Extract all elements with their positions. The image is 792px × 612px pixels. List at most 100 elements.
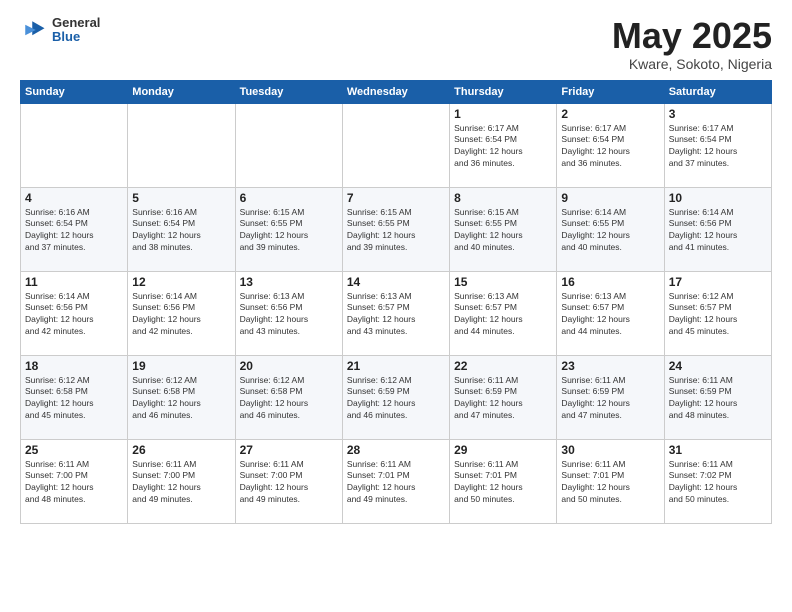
- day-info: Sunrise: 6:15 AM Sunset: 6:55 PM Dayligh…: [454, 207, 552, 255]
- day-cell-26: 26Sunrise: 6:11 AM Sunset: 7:00 PM Dayli…: [128, 439, 235, 523]
- day-number: 12: [132, 275, 230, 289]
- day-info: Sunrise: 6:11 AM Sunset: 7:00 PM Dayligh…: [132, 459, 230, 507]
- day-number: 11: [25, 275, 123, 289]
- calendar-title: May 2025: [612, 16, 772, 56]
- day-cell-23: 23 Sunrise: 6:11 AM Sunset: 6:59 PM Dayli…: [557, 355, 664, 439]
- day-info: Sunrise: 6:16 AM Sunset: 6:54 PM Dayligh…: [25, 207, 123, 255]
- day-cell-31: 31 Sunrise: 6:11 AM Sunset: 7:02 PM Dayli…: [664, 439, 771, 523]
- day-number: 21: [347, 359, 445, 373]
- weekday-header-friday: Friday: [557, 80, 664, 103]
- day-cell-9: 9 Sunrise: 6:14 AM Sunset: 6:55 PM Daylig…: [557, 187, 664, 271]
- day-cell-29: 29Sunrise: 6:11 AM Sunset: 7:01 PM Dayli…: [450, 439, 557, 523]
- day-number: 1: [454, 107, 552, 121]
- day-cell-24: 24 Sunrise: 6:11 AM Sunset: 6:59 PM Dayli…: [664, 355, 771, 439]
- day-number: 19: [132, 359, 230, 373]
- day-info: Sunrise: 6:11 AM Sunset: 7:01 PM Dayligh…: [347, 459, 445, 507]
- day-info: Sunrise: 6:17 AM Sunset: 6:54 PM Dayligh…: [561, 123, 659, 171]
- logo-text: General Blue: [52, 16, 100, 45]
- day-number: 5: [132, 191, 230, 205]
- header: General Blue May 2025 Kware, Sokoto, Nig…: [20, 16, 772, 72]
- logo-icon: [20, 16, 48, 44]
- day-cell-17: 17 Sunrise: 6:12 AM Sunset: 6:57 PM Dayli…: [664, 271, 771, 355]
- day-number: 17: [669, 275, 767, 289]
- day-number: 31: [669, 443, 767, 457]
- day-info: Sunrise: 6:11 AM Sunset: 7:02 PM Dayligh…: [669, 459, 767, 507]
- week-row-4: 18 Sunrise: 6:12 AM Sunset: 6:58 PM Dayli…: [21, 355, 772, 439]
- day-info: Sunrise: 6:17 AM Sunset: 6:54 PM Dayligh…: [669, 123, 767, 171]
- day-info: Sunrise: 6:13 AM Sunset: 6:57 PM Dayligh…: [347, 291, 445, 339]
- weekday-header-sunday: Sunday: [21, 80, 128, 103]
- weekday-header-wednesday: Wednesday: [342, 80, 449, 103]
- day-info: Sunrise: 6:15 AM Sunset: 6:55 PM Dayligh…: [240, 207, 338, 255]
- logo-blue-text: Blue: [52, 30, 100, 44]
- day-cell-3: 3 Sunrise: 6:17 AM Sunset: 6:54 PM Daylig…: [664, 103, 771, 187]
- week-row-3: 11 Sunrise: 6:14 AM Sunset: 6:56 PM Dayli…: [21, 271, 772, 355]
- day-info: Sunrise: 6:14 AM Sunset: 6:56 PM Dayligh…: [25, 291, 123, 339]
- day-info: Sunrise: 6:11 AM Sunset: 6:59 PM Dayligh…: [669, 375, 767, 423]
- day-cell-13: 13Sunrise: 6:13 AM Sunset: 6:56 PM Dayli…: [235, 271, 342, 355]
- day-info: Sunrise: 6:12 AM Sunset: 6:57 PM Dayligh…: [669, 291, 767, 339]
- logo-general-text: General: [52, 16, 100, 30]
- day-info: Sunrise: 6:16 AM Sunset: 6:54 PM Dayligh…: [132, 207, 230, 255]
- day-number: 28: [347, 443, 445, 457]
- day-number: 27: [240, 443, 338, 457]
- day-cell-27: 27 Sunrise: 6:11 AM Sunset: 7:00 PM Dayli…: [235, 439, 342, 523]
- day-number: 2: [561, 107, 659, 121]
- empty-cell: [235, 103, 342, 187]
- day-info: Sunrise: 6:12 AM Sunset: 6:58 PM Dayligh…: [132, 375, 230, 423]
- day-cell-19: 19 Sunrise: 6:12 AM Sunset: 6:58 PM Dayli…: [128, 355, 235, 439]
- day-number: 4: [25, 191, 123, 205]
- week-row-5: 25 Sunrise: 6:11 AM Sunset: 7:00 PM Dayli…: [21, 439, 772, 523]
- day-info: Sunrise: 6:13 AM Sunset: 6:57 PM Dayligh…: [454, 291, 552, 339]
- day-number: 25: [25, 443, 123, 457]
- empty-cell: [21, 103, 128, 187]
- week-row-2: 4 Sunrise: 6:16 AM Sunset: 6:54 PM Daylig…: [21, 187, 772, 271]
- empty-cell: [342, 103, 449, 187]
- day-number: 16: [561, 275, 659, 289]
- day-cell-18: 18 Sunrise: 6:12 AM Sunset: 6:58 PM Dayli…: [21, 355, 128, 439]
- day-info: Sunrise: 6:11 AM Sunset: 6:59 PM Dayligh…: [454, 375, 552, 423]
- title-block: May 2025 Kware, Sokoto, Nigeria: [612, 16, 772, 72]
- day-cell-4: 4 Sunrise: 6:16 AM Sunset: 6:54 PM Daylig…: [21, 187, 128, 271]
- day-info: Sunrise: 6:13 AM Sunset: 6:56 PM Dayligh…: [240, 291, 338, 339]
- day-cell-12: 12 Sunrise: 6:14 AM Sunset: 6:56 PM Dayli…: [128, 271, 235, 355]
- day-number: 10: [669, 191, 767, 205]
- day-number: 14: [347, 275, 445, 289]
- day-cell-28: 28 Sunrise: 6:11 AM Sunset: 7:01 PM Dayli…: [342, 439, 449, 523]
- day-info: Sunrise: 6:14 AM Sunset: 6:55 PM Dayligh…: [561, 207, 659, 255]
- day-info: Sunrise: 6:12 AM Sunset: 6:58 PM Dayligh…: [240, 375, 338, 423]
- day-number: 9: [561, 191, 659, 205]
- logo: General Blue: [20, 16, 100, 45]
- day-info: Sunrise: 6:14 AM Sunset: 6:56 PM Dayligh…: [132, 291, 230, 339]
- day-cell-2: 2 Sunrise: 6:17 AM Sunset: 6:54 PM Daylig…: [557, 103, 664, 187]
- weekday-header-monday: Monday: [128, 80, 235, 103]
- day-cell-11: 11 Sunrise: 6:14 AM Sunset: 6:56 PM Dayli…: [21, 271, 128, 355]
- day-number: 8: [454, 191, 552, 205]
- day-info: Sunrise: 6:14 AM Sunset: 6:56 PM Dayligh…: [669, 207, 767, 255]
- day-info: Sunrise: 6:11 AM Sunset: 7:01 PM Dayligh…: [561, 459, 659, 507]
- day-info: Sunrise: 6:11 AM Sunset: 6:59 PM Dayligh…: [561, 375, 659, 423]
- day-info: Sunrise: 6:17 AM Sunset: 6:54 PM Dayligh…: [454, 123, 552, 171]
- day-cell-10: 10 Sunrise: 6:14 AM Sunset: 6:56 PM Dayli…: [664, 187, 771, 271]
- day-number: 3: [669, 107, 767, 121]
- day-cell-15: 15 Sunrise: 6:13 AM Sunset: 6:57 PM Dayli…: [450, 271, 557, 355]
- day-cell-5: 5 Sunrise: 6:16 AM Sunset: 6:54 PM Daylig…: [128, 187, 235, 271]
- day-cell-16: 16 Sunrise: 6:13 AM Sunset: 6:57 PM Dayli…: [557, 271, 664, 355]
- day-number: 18: [25, 359, 123, 373]
- day-info: Sunrise: 6:12 AM Sunset: 6:58 PM Dayligh…: [25, 375, 123, 423]
- empty-cell: [128, 103, 235, 187]
- day-info: Sunrise: 6:15 AM Sunset: 6:55 PM Dayligh…: [347, 207, 445, 255]
- calendar-subtitle: Kware, Sokoto, Nigeria: [612, 56, 772, 72]
- day-info: Sunrise: 6:13 AM Sunset: 6:57 PM Dayligh…: [561, 291, 659, 339]
- day-info: Sunrise: 6:11 AM Sunset: 7:00 PM Dayligh…: [240, 459, 338, 507]
- day-number: 15: [454, 275, 552, 289]
- day-number: 23: [561, 359, 659, 373]
- day-cell-21: 21 Sunrise: 6:12 AM Sunset: 6:59 PM Dayli…: [342, 355, 449, 439]
- day-cell-6: 6Sunrise: 6:15 AM Sunset: 6:55 PM Daylig…: [235, 187, 342, 271]
- day-info: Sunrise: 6:11 AM Sunset: 7:01 PM Dayligh…: [454, 459, 552, 507]
- day-number: 7: [347, 191, 445, 205]
- week-row-1: 1 Sunrise: 6:17 AM Sunset: 6:54 PM Daylig…: [21, 103, 772, 187]
- day-info: Sunrise: 6:12 AM Sunset: 6:59 PM Dayligh…: [347, 375, 445, 423]
- day-cell-25: 25Sunrise: 6:11 AM Sunset: 7:00 PM Dayli…: [21, 439, 128, 523]
- day-number: 24: [669, 359, 767, 373]
